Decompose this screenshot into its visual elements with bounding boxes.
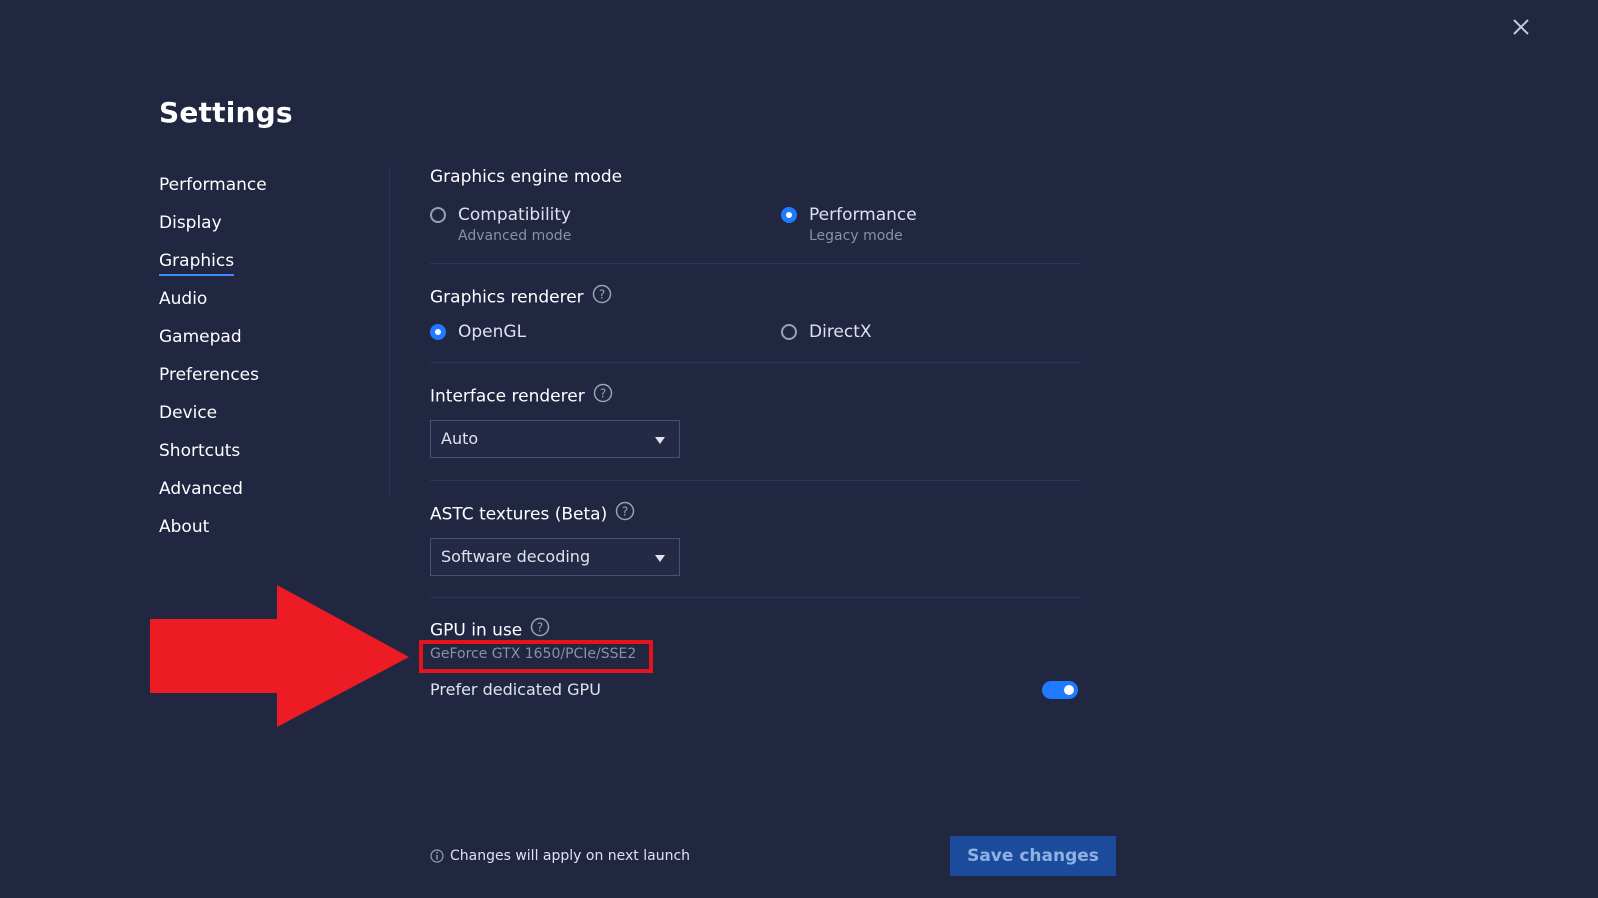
astc-title-label: ASTC textures (Beta) bbox=[430, 504, 608, 525]
nav-item-graphics[interactable]: Graphics bbox=[159, 246, 235, 276]
select-value: Auto bbox=[441, 429, 479, 448]
nav-item-about[interactable]: About bbox=[159, 512, 209, 542]
nav-item-label: Preferences bbox=[159, 365, 259, 385]
select-value: Software decoding bbox=[441, 547, 591, 566]
radio-label: Compatibility bbox=[458, 205, 572, 225]
nav-item-preferences[interactable]: Preferences bbox=[159, 360, 259, 390]
highlight-box bbox=[419, 640, 653, 673]
astc-select[interactable]: Software decoding bbox=[430, 538, 680, 576]
help-icon[interactable]: ? bbox=[593, 383, 613, 408]
interface-renderer-title-label: Interface renderer bbox=[430, 386, 585, 407]
radio-compatibility[interactable]: Compatibility Advanced mode bbox=[430, 204, 571, 245]
radio-button bbox=[430, 324, 446, 340]
section-divider bbox=[430, 480, 1080, 481]
gpu-title-label: GPU in use bbox=[430, 620, 523, 641]
section-divider bbox=[430, 362, 1080, 363]
nav-item-gamepad[interactable]: Gamepad bbox=[159, 322, 242, 352]
nav-item-device[interactable]: Device bbox=[159, 398, 217, 428]
save-button[interactable]: Save changes bbox=[950, 836, 1116, 876]
nav-item-label: Gamepad bbox=[159, 327, 242, 347]
nav-item-label: About bbox=[159, 517, 210, 537]
close-icon bbox=[1513, 19, 1529, 35]
section-divider bbox=[430, 263, 1080, 264]
radio-sublabel: Legacy mode bbox=[809, 228, 903, 244]
help-icon[interactable]: ? bbox=[530, 617, 550, 642]
nav-item-label: Display bbox=[159, 213, 222, 233]
page-title: Settings bbox=[159, 96, 293, 129]
nav-item-shortcuts[interactable]: Shortcuts bbox=[159, 436, 240, 466]
footnote: Changes will apply on next launch bbox=[430, 848, 690, 864]
svg-text:?: ? bbox=[600, 387, 606, 401]
renderer-title: Graphics renderer? bbox=[430, 284, 612, 310]
nav-item-performance[interactable]: Performance bbox=[159, 170, 267, 200]
nav-item-advanced[interactable]: Advanced bbox=[159, 474, 243, 504]
graphics-panel: Graphics engine mode Compatibility Advan… bbox=[419, 0, 1080, 898]
radio-directx[interactable]: DirectX bbox=[781, 321, 872, 343]
svg-text:?: ? bbox=[598, 288, 604, 302]
help-icon[interactable]: ? bbox=[615, 501, 635, 526]
nav-item-display[interactable]: Display bbox=[159, 208, 222, 238]
chevron-down-icon bbox=[655, 437, 665, 444]
radio-label: OpenGL bbox=[458, 322, 527, 342]
help-icon[interactable]: ? bbox=[592, 284, 612, 309]
nav-item-label: Shortcuts bbox=[159, 441, 241, 461]
prefer-gpu-toggle[interactable] bbox=[1042, 681, 1078, 699]
sidebar-divider bbox=[389, 167, 390, 497]
nav-item-audio[interactable]: Audio bbox=[159, 284, 207, 314]
toggle-knob bbox=[1064, 685, 1074, 695]
radio-label: DirectX bbox=[809, 322, 872, 342]
prefer-gpu-label: Prefer dedicated GPU bbox=[430, 680, 601, 699]
interface-renderer-select[interactable]: Auto bbox=[430, 420, 680, 458]
radio-button bbox=[781, 207, 797, 223]
nav-item-label: Performance bbox=[159, 175, 267, 195]
radio-button bbox=[781, 324, 797, 340]
nav-item-label: Device bbox=[159, 403, 218, 423]
engine-mode-title: Graphics engine mode bbox=[430, 167, 623, 187]
radio-performance[interactable]: Performance Legacy mode bbox=[781, 204, 917, 245]
info-icon bbox=[430, 849, 444, 863]
radio-button bbox=[430, 207, 446, 223]
nav-item-label: Advanced bbox=[159, 479, 243, 499]
svg-text:?: ? bbox=[537, 621, 543, 635]
astc-title: ASTC textures (Beta)? bbox=[430, 501, 635, 527]
nav-item-label: Graphics bbox=[159, 251, 235, 276]
renderer-title-label: Graphics renderer bbox=[430, 287, 584, 308]
radio-opengl[interactable]: OpenGL bbox=[430, 321, 526, 343]
radio-label: Performance bbox=[809, 205, 917, 225]
arrow-icon bbox=[150, 585, 409, 727]
section-divider bbox=[430, 597, 1080, 598]
close-button[interactable] bbox=[1505, 11, 1537, 43]
interface-renderer-title: Interface renderer? bbox=[430, 383, 613, 409]
radio-sublabel: Advanced mode bbox=[458, 228, 572, 244]
nav-item-label: Audio bbox=[159, 289, 208, 309]
chevron-down-icon bbox=[655, 555, 665, 562]
svg-text:?: ? bbox=[622, 505, 628, 519]
footnote-text: Changes will apply on next launch bbox=[450, 848, 691, 864]
